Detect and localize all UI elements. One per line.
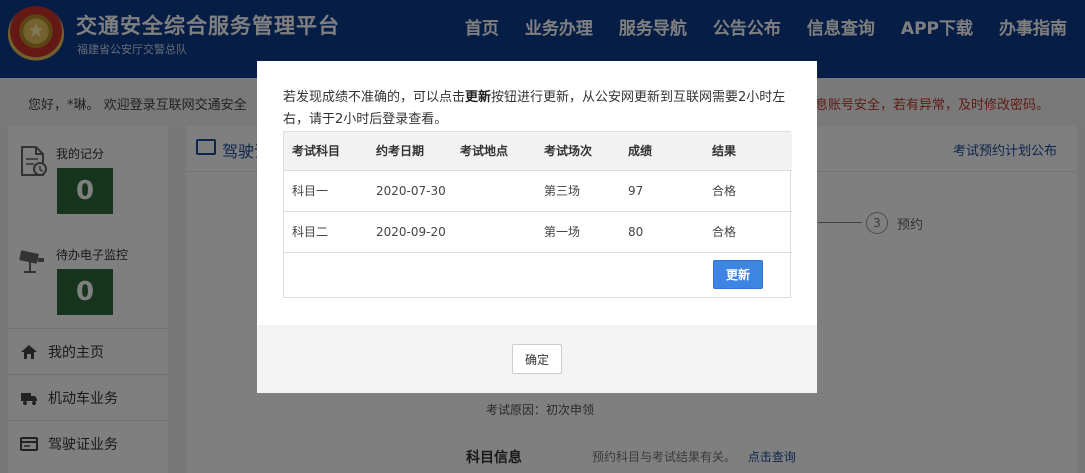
results-table-box: 考试科目 约考日期 考试地点 考试场次 成绩 结果 科目一 2020-07-30…	[283, 131, 792, 298]
table-cell	[452, 211, 536, 253]
table-row: 科目一 2020-07-30 第三场 97 合格	[284, 170, 792, 212]
message-part: 若发现成绩不准确的，可以点击	[283, 90, 466, 105]
exam-results-dialog: 若发现成绩不准确的，可以点击更新按钮进行更新，从公安网更新到互联网需要2小时左右…	[257, 61, 817, 393]
column-header: 考试科目	[284, 132, 368, 171]
message-emphasis: 更新	[465, 90, 492, 105]
column-header: 考试场次	[536, 132, 620, 171]
table-cell: 2020-09-20	[368, 211, 452, 253]
column-header: 成绩	[620, 132, 704, 171]
table-cell: 80	[620, 211, 704, 253]
table-cell	[452, 170, 536, 212]
table-row: 科目二 2020-09-20 第一场 80 合格	[284, 211, 792, 253]
table-cell: 97	[620, 170, 704, 212]
table-cell: 科目一	[284, 170, 368, 212]
table-cell: 第一场	[536, 211, 620, 253]
table-header-row: 考试科目 约考日期 考试地点 考试场次 成绩 结果	[284, 132, 792, 171]
dialog-message: 若发现成绩不准确的，可以点击更新按钮进行更新，从公安网更新到互联网需要2小时左右…	[283, 87, 793, 131]
update-button[interactable]: 更新	[713, 260, 763, 289]
table-cell: 第三场	[536, 170, 620, 212]
confirm-button[interactable]: 确定	[512, 344, 562, 374]
table-cell: 合格	[704, 170, 792, 212]
exam-results-table: 考试科目 约考日期 考试地点 考试场次 成绩 结果 科目一 2020-07-30…	[284, 132, 792, 253]
table-cell: 科目二	[284, 211, 368, 253]
dialog-footer: 确定	[257, 325, 817, 393]
column-header: 结果	[704, 132, 792, 171]
table-cell: 合格	[704, 211, 792, 253]
column-header: 考试地点	[452, 132, 536, 171]
column-header: 约考日期	[368, 132, 452, 171]
table-cell: 2020-07-30	[368, 170, 452, 212]
